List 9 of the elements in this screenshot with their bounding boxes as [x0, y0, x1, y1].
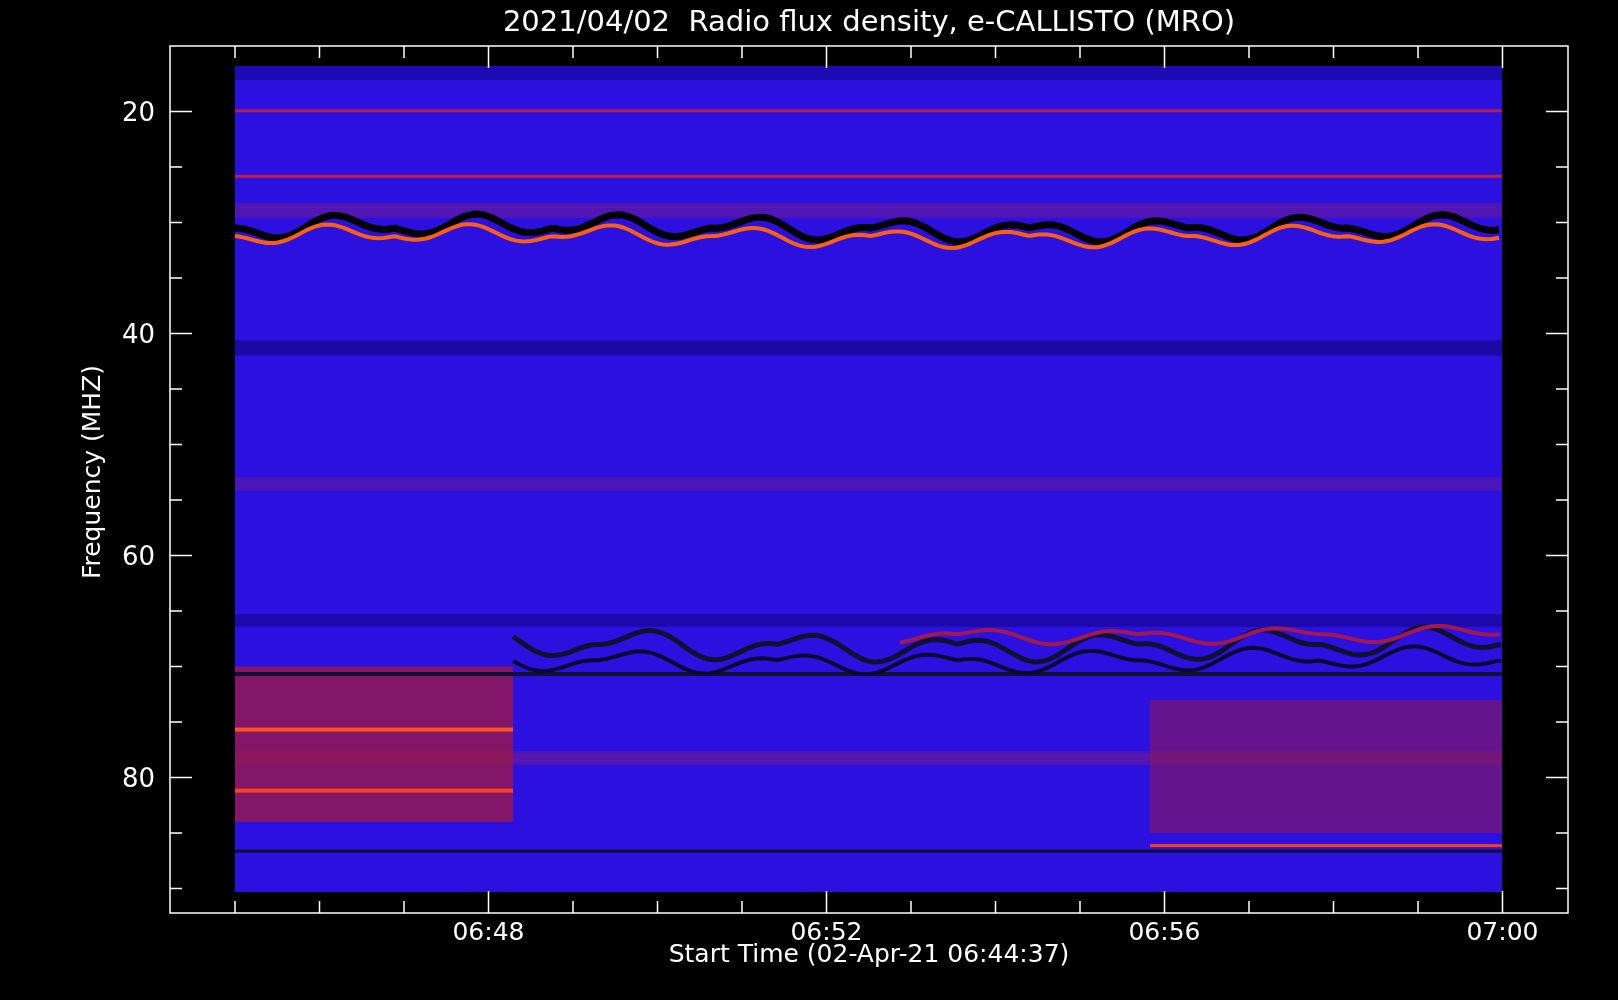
tick-label: 20: [121, 96, 155, 127]
tick-label: 40: [121, 318, 155, 349]
tick-label: 06:48: [452, 917, 525, 946]
tick-label: 07:00: [1466, 917, 1539, 946]
chart-title: 2021/04/02 Radio flux density, e-CALLISTO (MRO): [501, 3, 1237, 40]
tick-label: 06:56: [1128, 917, 1201, 946]
axis-label: Frequency (MHZ): [77, 364, 106, 580]
tick-label: 60: [121, 540, 155, 571]
tick-label: 80: [121, 762, 155, 793]
